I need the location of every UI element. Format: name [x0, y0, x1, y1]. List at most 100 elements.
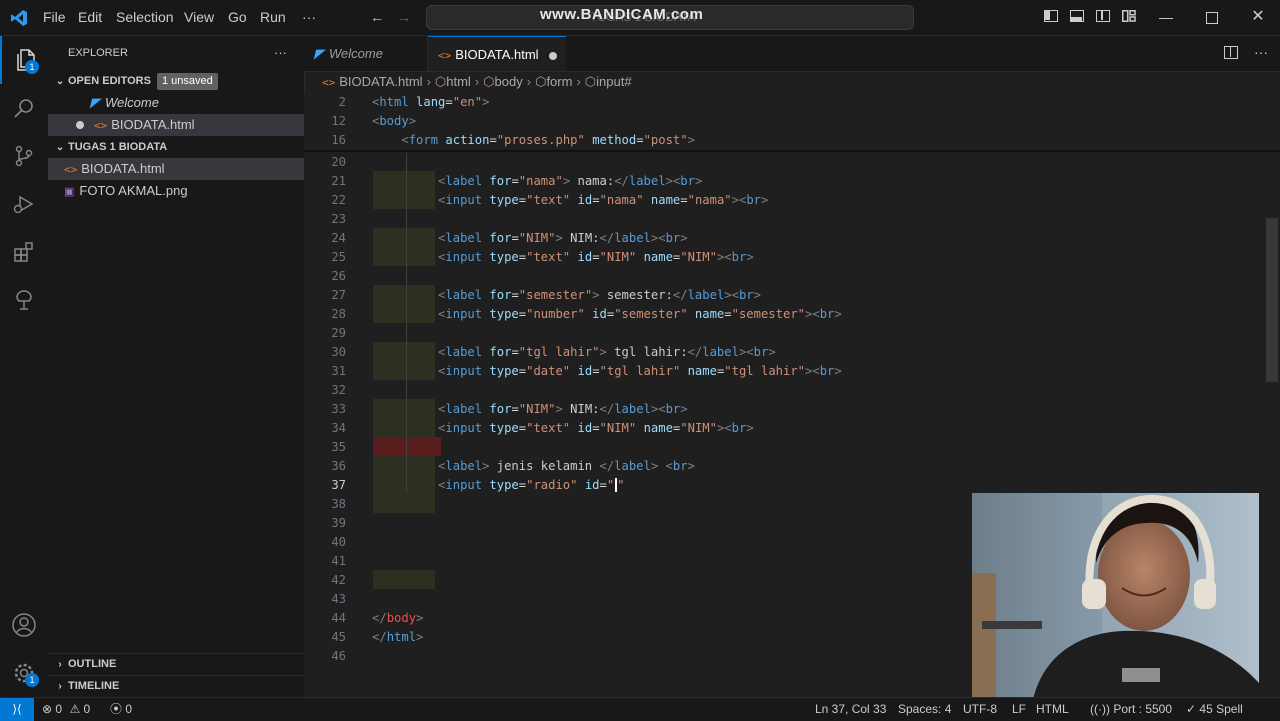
minimize-icon[interactable]: —: [1158, 9, 1174, 25]
line-number: 42: [331, 573, 346, 587]
menu-file[interactable]: File: [43, 9, 66, 25]
search-icon[interactable]: [0, 84, 48, 132]
file-foto[interactable]: ▣ FOTO AKMAL.png: [48, 180, 304, 202]
toggle-secondary-sidebar-icon[interactable]: [1096, 10, 1110, 22]
unsaved-dot-icon: [76, 121, 84, 129]
restore-icon[interactable]: [1206, 12, 1218, 24]
line-number: 2: [338, 95, 346, 109]
html-file-icon: <>: [64, 163, 78, 176]
code-line: <input type="radio" id=" ": [438, 478, 625, 492]
line-number: 37: [331, 478, 346, 492]
customize-layout-icon[interactable]: [1122, 10, 1136, 22]
code-line: <label for="semester"> semester:</label>…: [438, 288, 761, 302]
menu-view[interactable]: View: [184, 9, 214, 25]
language-mode[interactable]: HTML: [1036, 698, 1069, 720]
unsaved-badge: 1 unsaved: [156, 73, 218, 90]
line-number: 34: [331, 421, 346, 435]
toggle-sidebar-icon[interactable]: [1044, 10, 1058, 22]
extensions-icon[interactable]: [0, 228, 48, 276]
line-number: 27: [331, 288, 346, 302]
open-editor-welcome[interactable]: ◤ Welcome: [48, 92, 304, 114]
remote-explorer-icon[interactable]: [0, 276, 48, 324]
explorer-badge: 1: [25, 60, 39, 74]
line-number: 33: [331, 402, 346, 416]
menu-go[interactable]: Go: [228, 9, 247, 25]
line-number: 21: [331, 174, 346, 188]
menu-selection[interactable]: Selection: [116, 9, 174, 25]
radio-icon: ((·)): [1090, 702, 1110, 716]
folder-header[interactable]: ⌄ TUGAS 1 BIODATA: [48, 136, 304, 158]
breadcrumb-form[interactable]: form: [546, 74, 572, 89]
chevron-down-icon: ⌄: [55, 76, 65, 87]
line-number: 28: [331, 307, 346, 321]
tab-welcome[interactable]: ◤ Welcome: [304, 36, 428, 71]
chevron-right-icon: ›: [58, 681, 62, 692]
html-file-icon: <>: [94, 119, 108, 132]
breadcrumb-input[interactable]: input#: [596, 74, 631, 89]
menu-more[interactable]: ···: [302, 9, 316, 25]
line-number: 43: [331, 592, 346, 606]
explorer-sidebar: EXPLORER ··· ⌄ OPEN EDITORS 1 unsaved ◤ Wel…: [48, 36, 305, 697]
html-file-icon: <>: [438, 49, 452, 62]
end-of-line[interactable]: LF: [1012, 698, 1026, 720]
line-number: 16: [331, 133, 346, 147]
line-number: 23: [331, 212, 346, 226]
open-editors-header[interactable]: ⌄ OPEN EDITORS 1 unsaved: [48, 70, 304, 92]
code-line: <html lang="en">: [372, 95, 490, 109]
file-biodata[interactable]: <> BIODATA.html: [48, 158, 304, 180]
line-number: 20: [331, 155, 346, 169]
account-icon[interactable]: [0, 601, 48, 649]
tab-biodata[interactable]: <> BIODATA.html: [428, 36, 566, 71]
breadcrumb-html[interactable]: html: [446, 74, 471, 89]
spell-checker[interactable]: ✓ 45 Spell: [1186, 698, 1243, 720]
forward-arrow-icon[interactable]: →: [396, 9, 412, 25]
line-number: 26: [331, 269, 346, 283]
explorer-icon[interactable]: 1: [0, 36, 48, 84]
remote-indicator-icon[interactable]: ⟩⟨: [0, 698, 34, 721]
toggle-panel-icon[interactable]: [1070, 10, 1084, 22]
code-line: <label for="nama"> nama:</label><br>: [438, 174, 703, 188]
more-actions-icon[interactable]: ···: [1254, 44, 1268, 60]
run-debug-icon[interactable]: [0, 180, 48, 228]
html-file-icon: <>: [322, 76, 336, 89]
status-bar: ⟩⟨ ⊗ 0 ⚠ 0 ⦿ 0 Ln 37, Col 33 Spaces: 4 U…: [0, 697, 1280, 721]
editor-scrollbar[interactable]: [1266, 218, 1278, 382]
source-control-icon[interactable]: [0, 132, 48, 180]
code-line: <label for="tgl lahir"> tgl lahir:</labe…: [438, 345, 776, 359]
line-number: 45: [331, 630, 346, 644]
timeline-header[interactable]: › TIMELINE: [48, 675, 304, 697]
ports-indicator[interactable]: ⦿ 0: [110, 698, 132, 720]
problems-indicator[interactable]: ⊗ 0 ⚠ 0: [42, 698, 90, 720]
manage-gear-icon[interactable]: 1: [0, 649, 48, 697]
activity-bar: 1 1: [0, 36, 49, 697]
close-icon[interactable]: ✕: [1250, 9, 1266, 25]
encoding[interactable]: UTF-8: [963, 698, 997, 720]
live-server-port[interactable]: ((·)) Port : 5500: [1090, 698, 1172, 720]
breadcrumb-file[interactable]: BIODATA.html: [339, 74, 422, 89]
unsaved-dot-icon[interactable]: [548, 51, 557, 60]
title-bar: File Edit Selection View Go Run ··· ← → …: [0, 0, 1280, 36]
open-editor-biodata[interactable]: <> BIODATA.html: [48, 114, 304, 136]
breadcrumb-body[interactable]: body: [495, 74, 523, 89]
line-number: 44: [331, 611, 346, 625]
code-line: <label for="NIM"> NIM:</label><br>: [438, 231, 688, 245]
symbol-icon: ⬡: [584, 74, 597, 89]
indentation[interactable]: Spaces: 4: [898, 698, 951, 720]
back-arrow-icon[interactable]: ←: [369, 9, 385, 25]
line-number: 32: [331, 383, 346, 397]
vscode-file-icon: ◤: [314, 46, 324, 61]
code-line: <input type="number" id="semester" name=…: [438, 307, 842, 321]
code-line: <body>: [372, 114, 417, 128]
outline-header[interactable]: › OUTLINE: [48, 653, 304, 675]
explorer-more-icon[interactable]: ···: [274, 42, 294, 64]
code-line: </html>: [372, 630, 424, 644]
cursor-position[interactable]: Ln 37, Col 33: [815, 698, 886, 720]
code-line: <input type="date" id="tgl lahir" name="…: [438, 364, 842, 378]
split-editor-icon[interactable]: [1224, 46, 1238, 59]
code-line: <label> jenis kelamin </label> <br>: [438, 459, 695, 473]
menu-edit[interactable]: Edit: [78, 9, 102, 25]
code-line: <input type="text" id="NIM" name="NIM"><…: [438, 250, 754, 264]
webcam-overlay: [972, 493, 1259, 704]
menu-run[interactable]: Run: [260, 9, 286, 25]
editor-tabs: ◤ Welcome <> BIODATA.html ···: [304, 36, 1280, 72]
